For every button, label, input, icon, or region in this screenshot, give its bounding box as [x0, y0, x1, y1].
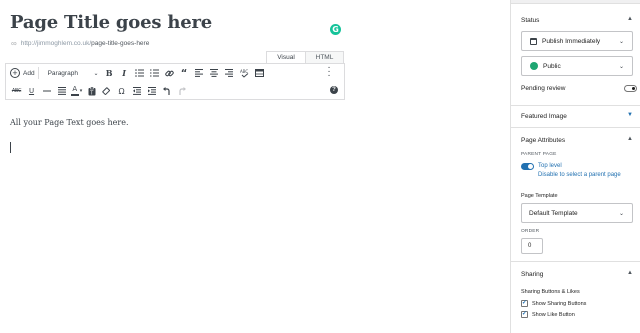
- bullet-list-icon[interactable]: [132, 66, 147, 80]
- expand-arrow-icon[interactable]: ▼: [627, 112, 633, 118]
- horizontal-rule-icon[interactable]: [39, 84, 54, 98]
- text-color-icon[interactable]: A ▾: [69, 84, 84, 98]
- align-right-icon[interactable]: [222, 66, 237, 80]
- grammarly-icon[interactable]: G: [330, 24, 341, 35]
- blockquote-icon[interactable]: “: [177, 66, 192, 80]
- page-template-label: Page Template: [521, 193, 558, 199]
- strikethrough-button[interactable]: ABC: [9, 84, 24, 98]
- undo-icon[interactable]: [159, 84, 174, 98]
- page-template-value: Default Template: [529, 209, 578, 217]
- text-color-letter: A: [72, 85, 78, 93]
- editor-toolbar: + Add Paragraph ⌄ B I “ ABC · · · ABC U …: [5, 63, 345, 100]
- help-icon[interactable]: ?: [330, 86, 338, 94]
- show-like-checkbox[interactable]: ✓: [521, 311, 528, 318]
- clear-formatting-icon[interactable]: [99, 84, 114, 98]
- numbered-list-icon[interactable]: [147, 66, 162, 80]
- sharing-panel: Sharing ▲ Sharing Buttons & Likes ✓ Show…: [511, 262, 640, 333]
- text-cursor: [10, 142, 11, 153]
- top-level-toggle[interactable]: [521, 163, 534, 170]
- paste-text-icon[interactable]: T: [84, 84, 99, 98]
- align-left-icon[interactable]: [192, 66, 207, 80]
- show-like-row: ✓ Show Like Button: [521, 311, 575, 318]
- add-button[interactable]: + Add: [10, 66, 35, 80]
- chevron-down-icon: ▾: [79, 88, 83, 94]
- permalink-base: http://jimmoghlem.co.uk/: [20, 40, 92, 47]
- color-bar: [70, 94, 79, 96]
- show-like-label: Show Like Button: [532, 311, 575, 318]
- toolbar-divider: [37, 67, 39, 79]
- text-color-glyph: A: [70, 85, 79, 96]
- link-icon: ∞: [11, 39, 17, 48]
- status-heading[interactable]: Status: [521, 17, 539, 24]
- page-attributes-panel: Page Attributes ▲ PARENT PAGE Top level …: [511, 128, 640, 262]
- page-attributes-heading[interactable]: Page Attributes: [521, 137, 565, 144]
- chevron-down-icon: ⌄: [618, 39, 624, 45]
- more-options-icon[interactable]: · · ·: [327, 63, 331, 81]
- order-input[interactable]: 0: [521, 238, 543, 254]
- pending-review-label: Pending review: [521, 85, 566, 92]
- format-select[interactable]: Paragraph ⌄: [44, 67, 102, 80]
- status-panel: Status ▲ Publish Immediately ⌄ Public ⌄ …: [511, 4, 640, 106]
- permalink-url[interactable]: http://jimmoghlem.co.uk/page-title-goes-…: [21, 40, 150, 47]
- calendar-icon: [530, 37, 537, 45]
- show-sharing-label: Show Sharing Buttons: [532, 300, 587, 307]
- show-sharing-checkbox[interactable]: ✓: [521, 300, 528, 307]
- globe-icon: [530, 62, 538, 70]
- top-level-label: Top level: [538, 163, 562, 169]
- publish-select-value: Publish Immediately: [542, 37, 601, 45]
- link-icon[interactable]: [162, 66, 177, 80]
- underline-button[interactable]: U: [24, 84, 39, 98]
- indent-icon[interactable]: [144, 84, 159, 98]
- italic-button[interactable]: I: [117, 66, 132, 80]
- svg-text:ABC: ABC: [240, 69, 248, 74]
- parent-page-caption: PARENT PAGE: [521, 152, 557, 157]
- chevron-down-icon: ⌄: [618, 64, 624, 70]
- toolbar-row-2: ABC U A ▾ T Ω ?: [6, 82, 344, 100]
- align-center-icon[interactable]: [207, 66, 222, 80]
- plus-circle-icon: +: [10, 68, 20, 78]
- page-title[interactable]: Page Title goes here: [10, 12, 212, 33]
- collapse-arrow-icon[interactable]: ▲: [627, 270, 633, 276]
- show-sharing-row: ✓ Show Sharing Buttons: [521, 300, 586, 307]
- sharing-sublabel: Sharing Buttons & Likes: [521, 289, 580, 295]
- outdent-icon[interactable]: [129, 84, 144, 98]
- table-icon[interactable]: [252, 66, 267, 80]
- collapse-arrow-icon[interactable]: ▲: [627, 16, 633, 22]
- collapse-arrow-icon[interactable]: ▲: [627, 136, 633, 142]
- disable-parent-hint: Disable to select a parent page: [538, 172, 621, 178]
- chevron-down-icon: ⌄: [93, 70, 99, 77]
- pending-review-toggle[interactable]: [624, 85, 637, 92]
- featured-image-heading[interactable]: Featured Image: [521, 113, 567, 120]
- format-select-value: Paragraph: [47, 69, 78, 77]
- visibility-select-value: Public: [543, 62, 561, 70]
- toolbar-row-1: + Add Paragraph ⌄ B I “ ABC · · ·: [6, 63, 344, 82]
- bold-button[interactable]: B: [102, 66, 117, 80]
- editor-area: Page Title goes here G ∞ http://jimmoghl…: [0, 0, 510, 333]
- justify-icon[interactable]: [54, 84, 69, 98]
- permalink: ∞ http://jimmoghlem.co.uk/page-title-goe…: [11, 39, 149, 48]
- settings-sidebar: Status ▲ Publish Immediately ⌄ Public ⌄ …: [510, 0, 640, 333]
- permalink-slug: page-title-goes-here: [91, 40, 150, 47]
- order-caption: ORDER: [521, 229, 540, 234]
- visibility-select[interactable]: Public ⌄: [521, 56, 633, 76]
- editor-content[interactable]: All your Page Text goes here.: [10, 118, 129, 127]
- special-character-icon[interactable]: Ω: [114, 84, 129, 98]
- sharing-heading[interactable]: Sharing: [521, 271, 543, 278]
- page-template-select[interactable]: Default Template ⌄: [521, 203, 633, 223]
- featured-image-panel: Featured Image ▼: [511, 106, 640, 128]
- redo-icon[interactable]: [174, 84, 189, 98]
- chevron-down-icon: ⌄: [618, 211, 624, 217]
- add-label: Add: [23, 69, 35, 77]
- publish-select[interactable]: Publish Immediately ⌄: [521, 31, 633, 51]
- spellcheck-icon[interactable]: ABC: [237, 66, 252, 80]
